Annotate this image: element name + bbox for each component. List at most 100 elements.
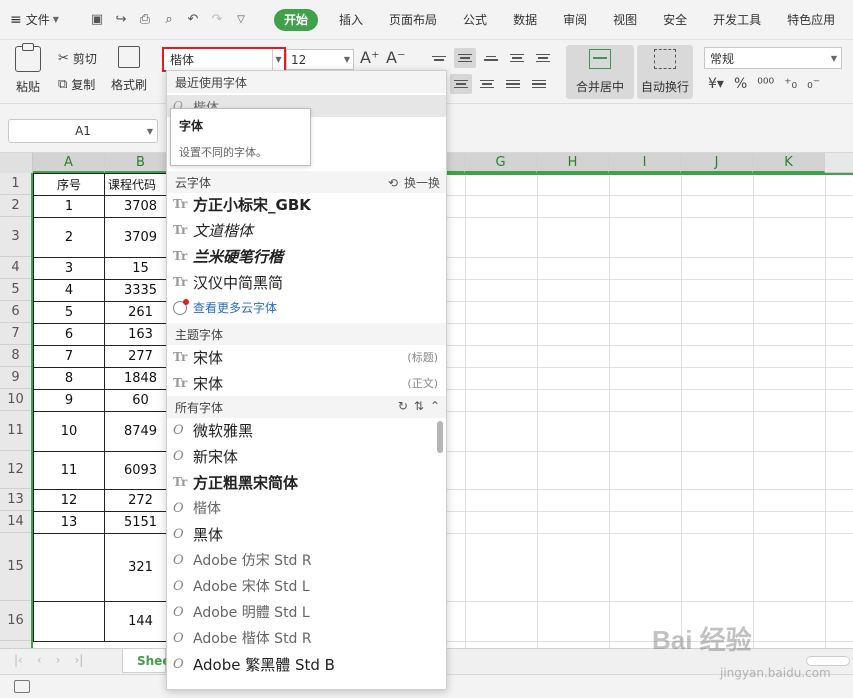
undo-icon[interactable]: ↶ <box>184 11 202 29</box>
col-header-a[interactable]: A <box>33 153 105 173</box>
align-top-icon[interactable] <box>428 48 450 68</box>
align-middle-icon[interactable] <box>454 48 476 68</box>
font-item[interactable]: O 微软雅黑 <box>167 417 446 443</box>
sheet-tab[interactable]: Shee <box>122 649 170 673</box>
export-icon[interactable]: ↪ <box>112 11 130 29</box>
more-cloud-fonts-link[interactable]: 查看更多云字体 <box>173 298 277 316</box>
table-cell[interactable]: 9 <box>33 390 105 412</box>
row-header[interactable]: 6 <box>0 301 31 323</box>
font-item[interactable]: Tr 方正粗黑宋简体 <box>167 469 446 495</box>
table-cell[interactable]: 12 <box>33 490 105 512</box>
chevron-down-icon[interactable]: ▼ <box>827 54 841 63</box>
merge-center-button[interactable]: 合并居中 <box>566 45 634 99</box>
print-preview-icon[interactable]: ⌕ <box>160 11 178 29</box>
font-grow-icon[interactable]: A⁺ <box>360 48 379 67</box>
thousands-icon[interactable]: ⁰⁰⁰ <box>757 76 774 92</box>
collapse-icon[interactable]: ⌃ <box>430 399 440 413</box>
row-header[interactable]: 9 <box>0 367 31 389</box>
print-icon[interactable]: ⎙ <box>136 11 154 29</box>
select-all-corner[interactable] <box>0 153 33 173</box>
font-shrink-icon[interactable]: A⁻ <box>386 48 405 67</box>
font-item[interactable]: O 黑体 <box>167 521 446 547</box>
tab-view[interactable]: 视图 <box>600 9 650 31</box>
save-icon[interactable]: ▣ <box>88 11 106 29</box>
customize-icon[interactable]: ▽ <box>232 11 250 29</box>
copy-button[interactable]: ⧉ 复制 <box>58 76 95 93</box>
row-header[interactable]: 16 <box>0 601 31 641</box>
font-item[interactable]: O Adobe 楷体 Std R <box>167 625 446 651</box>
tab-security[interactable]: 安全 <box>650 9 700 31</box>
align-center-icon[interactable] <box>450 74 472 94</box>
font-item[interactable]: O Adobe 明體 Std L <box>167 599 446 625</box>
chevron-down-icon[interactable]: ▼ <box>341 55 353 64</box>
col-header-j[interactable]: J <box>681 153 753 173</box>
tab-formulas[interactable]: 公式 <box>450 9 500 31</box>
swap-button[interactable]: 换一换 <box>404 174 440 191</box>
table-cell[interactable]: 5 <box>33 302 105 324</box>
table-cell[interactable]: 13 <box>33 512 105 534</box>
align-right-icon[interactable] <box>476 74 498 94</box>
paste-button[interactable]: 粘贴 <box>10 43 46 95</box>
prev-sheet-icon[interactable]: ‹ <box>37 653 42 667</box>
row-header[interactable]: 7 <box>0 323 31 345</box>
distributed-align-icon[interactable] <box>528 74 550 94</box>
table-cell[interactable]: 1 <box>33 196 105 218</box>
table-cell[interactable]: 3 <box>33 258 105 280</box>
first-sheet-icon[interactable]: |‹ <box>14 653 23 667</box>
tab-developer[interactable]: 开发工具 <box>700 9 774 31</box>
font-item[interactable]: O 新宋体 <box>167 443 446 469</box>
font-item[interactable]: O Adobe 宋体 Std L <box>167 573 446 599</box>
theme-font-item[interactable]: Tr 宋体 (标题) <box>167 344 446 370</box>
name-box[interactable]: A1 ▼ <box>8 119 158 143</box>
chevron-down-icon[interactable]: ▼ <box>272 49 284 70</box>
tab-special[interactable]: 特色应用 <box>774 9 848 31</box>
table-cell[interactable] <box>33 534 105 602</box>
row-header[interactable]: 2 <box>0 195 31 217</box>
file-menu[interactable]: ≡ 文件 ▼ <box>0 0 82 39</box>
currency-icon[interactable]: ¥▾ <box>708 76 724 92</box>
row-header[interactable]: 12 <box>0 451 31 489</box>
row-header[interactable]: 1 <box>0 173 31 195</box>
row-header[interactable]: 13 <box>0 489 31 511</box>
table-cell[interactable] <box>33 602 105 642</box>
tab-page-layout[interactable]: 页面布局 <box>376 9 450 31</box>
table-cell[interactable]: 11 <box>33 452 105 490</box>
col-header-h[interactable]: H <box>537 153 609 173</box>
row-header[interactable]: 11 <box>0 411 31 451</box>
format-painter-button[interactable]: 格式刷 <box>108 46 150 93</box>
number-format-select[interactable]: 常规 ▼ <box>704 47 842 69</box>
tab-review[interactable]: 审阅 <box>550 9 600 31</box>
wrap-text-button[interactable]: 自动换行 <box>637 45 693 99</box>
cloud-font-item[interactable]: Tr 兰米硬笔行楷 <box>167 243 446 269</box>
row-header[interactable]: 4 <box>0 257 31 279</box>
row-header[interactable]: 3 <box>0 217 31 257</box>
refresh-icon[interactable]: ⟲ <box>388 176 398 190</box>
reload-icon[interactable]: ↻ <box>398 399 408 413</box>
percent-icon[interactable]: % <box>734 76 747 92</box>
indent-decrease-icon[interactable] <box>506 48 528 68</box>
row-header[interactable]: 15 <box>0 533 31 601</box>
chevron-down-icon[interactable]: ▼ <box>147 127 153 136</box>
font-name-select[interactable]: 楷体 ▼ <box>162 47 286 72</box>
font-item[interactable]: O Adobe 仿宋 Std R <box>167 547 446 573</box>
tab-home[interactable]: 开始 <box>274 9 319 31</box>
row-header[interactable]: 10 <box>0 389 31 411</box>
table-cell[interactable]: 10 <box>33 412 105 452</box>
col-header-i[interactable]: I <box>609 153 681 173</box>
dropdown-scrollbar[interactable] <box>437 421 443 453</box>
table-cell[interactable]: 2 <box>33 218 105 258</box>
theme-font-item[interactable]: Tr 宋体 (正文) <box>167 370 446 396</box>
row-header[interactable]: 5 <box>0 279 31 301</box>
decimal-increase-icon[interactable]: ⁺₀ <box>784 76 797 92</box>
cut-button[interactable]: ✂ 剪切 <box>58 50 97 67</box>
font-item[interactable]: O 楷体 <box>167 495 446 521</box>
row-header[interactable]: 8 <box>0 345 31 367</box>
font-item[interactable]: O Adobe 繁黑體 Std B <box>167 651 446 677</box>
sort-icon[interactable]: ⇅ <box>414 399 424 413</box>
last-sheet-icon[interactable]: ›| <box>74 653 83 667</box>
table-cell[interactable]: 6 <box>33 324 105 346</box>
font-size-select[interactable]: 12 ▼ <box>286 49 354 70</box>
align-justify-icon[interactable] <box>502 74 524 94</box>
horizontal-scrollbar[interactable] <box>806 656 850 666</box>
table-header-cell[interactable]: 序号 <box>33 173 105 196</box>
